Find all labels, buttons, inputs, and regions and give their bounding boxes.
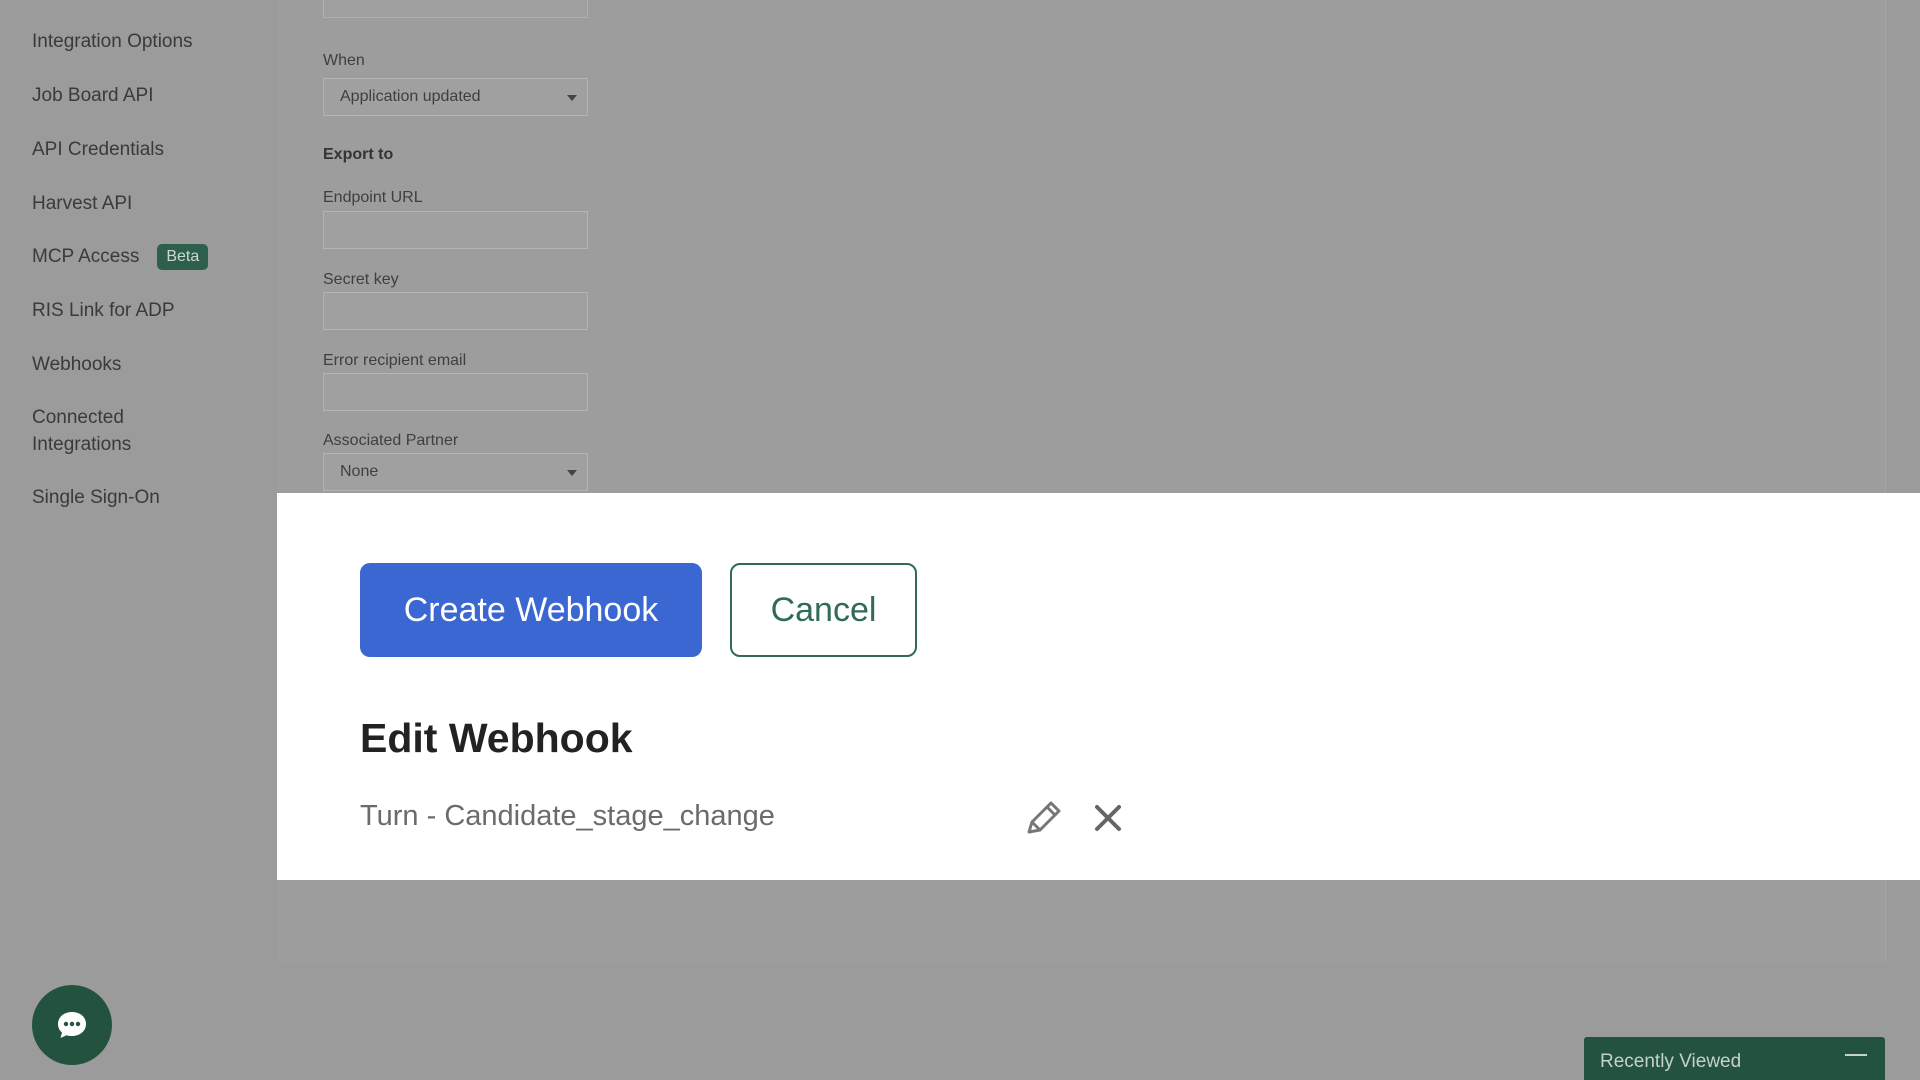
sidebar-item-connected-integrations[interactable]: Connected Integrations xyxy=(32,404,212,458)
cancel-button[interactable]: Cancel xyxy=(730,563,917,657)
endpoint-url-label: Endpoint URL xyxy=(323,189,423,206)
secret-key-input[interactable] xyxy=(323,292,588,330)
when-select[interactable]: Application updated xyxy=(323,78,588,116)
chat-bubble-icon xyxy=(58,1012,86,1038)
error-recipient-email-label: Error recipient email xyxy=(323,352,467,369)
create-webhook-button[interactable]: Create Webhook xyxy=(360,563,702,657)
recently-viewed-panel[interactable]: Recently Viewed xyxy=(1584,1037,1885,1080)
webhook-list-item-name: Turn - Candidate_stage_change xyxy=(360,800,775,832)
sidebar-item-label: MCP Access xyxy=(32,246,140,267)
associated-partner-select[interactable]: None xyxy=(323,453,588,491)
error-recipient-email-input[interactable] xyxy=(323,373,588,411)
recently-viewed-label: Recently Viewed xyxy=(1600,1051,1742,1072)
webhook-actions-panel: Create Webhook Cancel Edit Webhook Turn … xyxy=(277,493,1920,880)
sidebar-item-api-credentials[interactable]: API Credentials xyxy=(32,136,164,163)
close-icon[interactable] xyxy=(1093,803,1123,838)
edit-webhook-heading: Edit Webhook xyxy=(360,715,633,761)
export-to-heading: Export to xyxy=(323,146,394,163)
sidebar-item-single-sign-on[interactable]: Single Sign-On xyxy=(32,484,160,511)
minimize-icon[interactable] xyxy=(1845,1054,1867,1056)
sidebar-item-harvest-api[interactable]: Harvest API xyxy=(32,190,132,217)
sidebar-item-integration-options[interactable]: Integration Options xyxy=(32,28,193,55)
sidebar-item-ris-link-adp[interactable]: RIS Link for ADP xyxy=(32,297,175,324)
associated-partner-value: None xyxy=(340,463,379,480)
chevron-down-icon xyxy=(567,95,577,101)
sidebar-item-mcp-access[interactable]: MCP Access Beta xyxy=(32,243,209,270)
sidebar-item-webhooks[interactable]: Webhooks xyxy=(32,351,121,378)
when-select-value: Application updated xyxy=(340,88,481,105)
sidebar-item-job-board-api[interactable]: Job Board API xyxy=(32,82,153,109)
webhook-name-field[interactable] xyxy=(323,0,588,18)
when-label: When xyxy=(323,52,365,69)
settings-sidebar: Integration Options Job Board API API Cr… xyxy=(0,0,277,1080)
secret-key-label: Secret key xyxy=(323,271,399,288)
associated-partner-label: Associated Partner xyxy=(323,432,459,449)
beta-badge: Beta xyxy=(157,244,209,270)
chevron-down-icon xyxy=(567,470,577,476)
endpoint-url-input[interactable] xyxy=(323,211,588,249)
chat-button[interactable] xyxy=(32,985,112,1065)
pencil-icon[interactable] xyxy=(1020,795,1066,846)
